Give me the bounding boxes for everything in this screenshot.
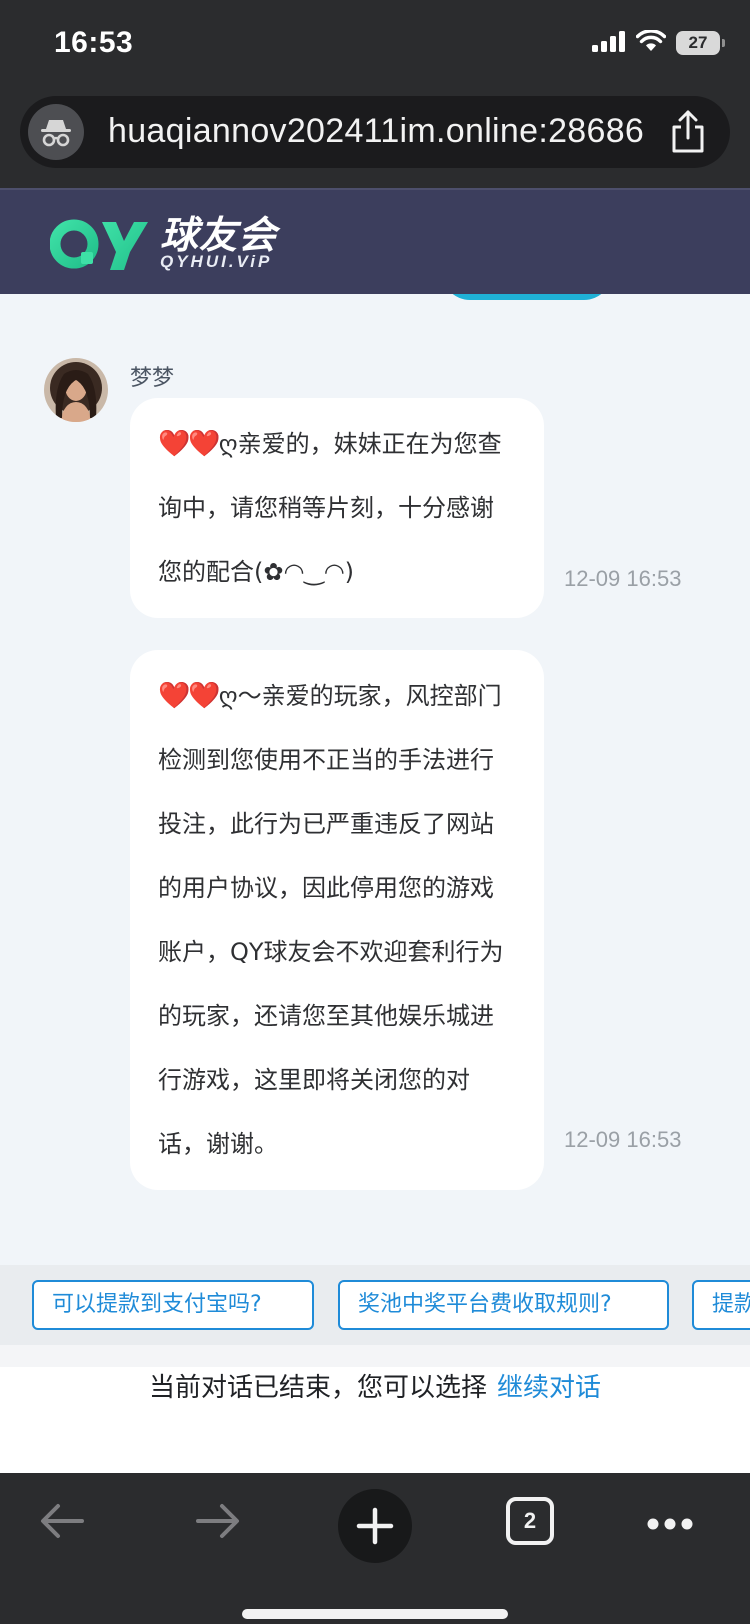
agent-avatar <box>44 358 108 422</box>
sent-message-edge <box>442 294 612 300</box>
status-time: 16:53 <box>54 26 134 59</box>
ended-text: 当前对话已结束，您可以选择 <box>148 1373 487 1403</box>
chat-area[interactable]: 梦梦 ❤️❤️ღ亲爱的，妹妹正在为您查询中，请您稍等片刻，十分感谢您的配合(✿◠… <box>0 294 750 1265</box>
agent-name: 梦梦 <box>130 366 175 391</box>
quick-question-button[interactable]: 提款 <box>692 1280 750 1330</box>
tab-count-button[interactable]: 2 <box>506 1497 554 1545</box>
quick-question-button[interactable]: 可以提款到支付宝吗? <box>32 1280 314 1330</box>
status-bar: 16:53 27 <box>0 0 750 90</box>
conversation-ended-notice: 当前对话已结束，您可以选择 继续对话 <box>0 1367 750 1473</box>
home-indicator[interactable] <box>242 1609 508 1619</box>
address-bar[interactable]: huaqiannov202411im.online:28686 <box>20 96 730 168</box>
qy-logo-icon <box>50 219 148 270</box>
continue-conversation-link[interactable]: 继续对话 <box>497 1373 601 1403</box>
status-icons: 27 <box>592 29 725 56</box>
message-timestamp: 12-09 16:53 <box>564 1127 682 1152</box>
quick-question-button[interactable]: 奖池中奖平台费收取规则? <box>338 1280 669 1330</box>
signal-icon <box>592 30 626 56</box>
message-timestamp: 12-09 16:53 <box>564 566 682 591</box>
incognito-icon[interactable] <box>28 104 84 160</box>
quick-questions: 可以提款到支付宝吗? 奖池中奖平台费收取规则? 提款 <box>0 1265 750 1345</box>
conversation-ended-area: 当前对话已结束，您可以选择 继续对话 <box>0 1345 750 1473</box>
plus-icon[interactable] <box>338 1489 412 1563</box>
logo-title: 球友会 <box>160 213 278 257</box>
url-text[interactable]: huaqiannov202411im.online:28686 <box>108 112 644 151</box>
forward-arrow-icon[interactable] <box>194 1501 242 1541</box>
wifi-icon <box>635 29 667 56</box>
logo-subtitle: QYHUI.ViP <box>160 252 273 271</box>
message-bubble: ❤️❤️ღ亲爱的，妹妹正在为您查询中，请您稍等片刻，十分感谢您的配合(✿◠‿◠) <box>130 398 544 618</box>
message-text: ღ～亲爱的玩家，风控部门检测到您使用不正当的手法进行投注，此行为已严重违反了网站… <box>158 682 504 1158</box>
battery-icon: 27 <box>676 31 725 55</box>
message-bubble: ❤️❤️ღ～亲爱的玩家，风控部门检测到您使用不正当的手法进行投注，此行为已严重违… <box>130 650 544 1190</box>
share-icon[interactable] <box>670 110 706 158</box>
site-header: 球友会 QYHUI.ViP <box>0 190 750 294</box>
browser-toolbar: 2 <box>0 1473 750 1624</box>
hearts-emoji: ❤️❤️ <box>158 681 221 711</box>
more-icon[interactable] <box>646 1517 694 1531</box>
hearts-emoji: ❤️❤️ <box>158 429 221 459</box>
back-arrow-icon[interactable] <box>38 1501 86 1541</box>
